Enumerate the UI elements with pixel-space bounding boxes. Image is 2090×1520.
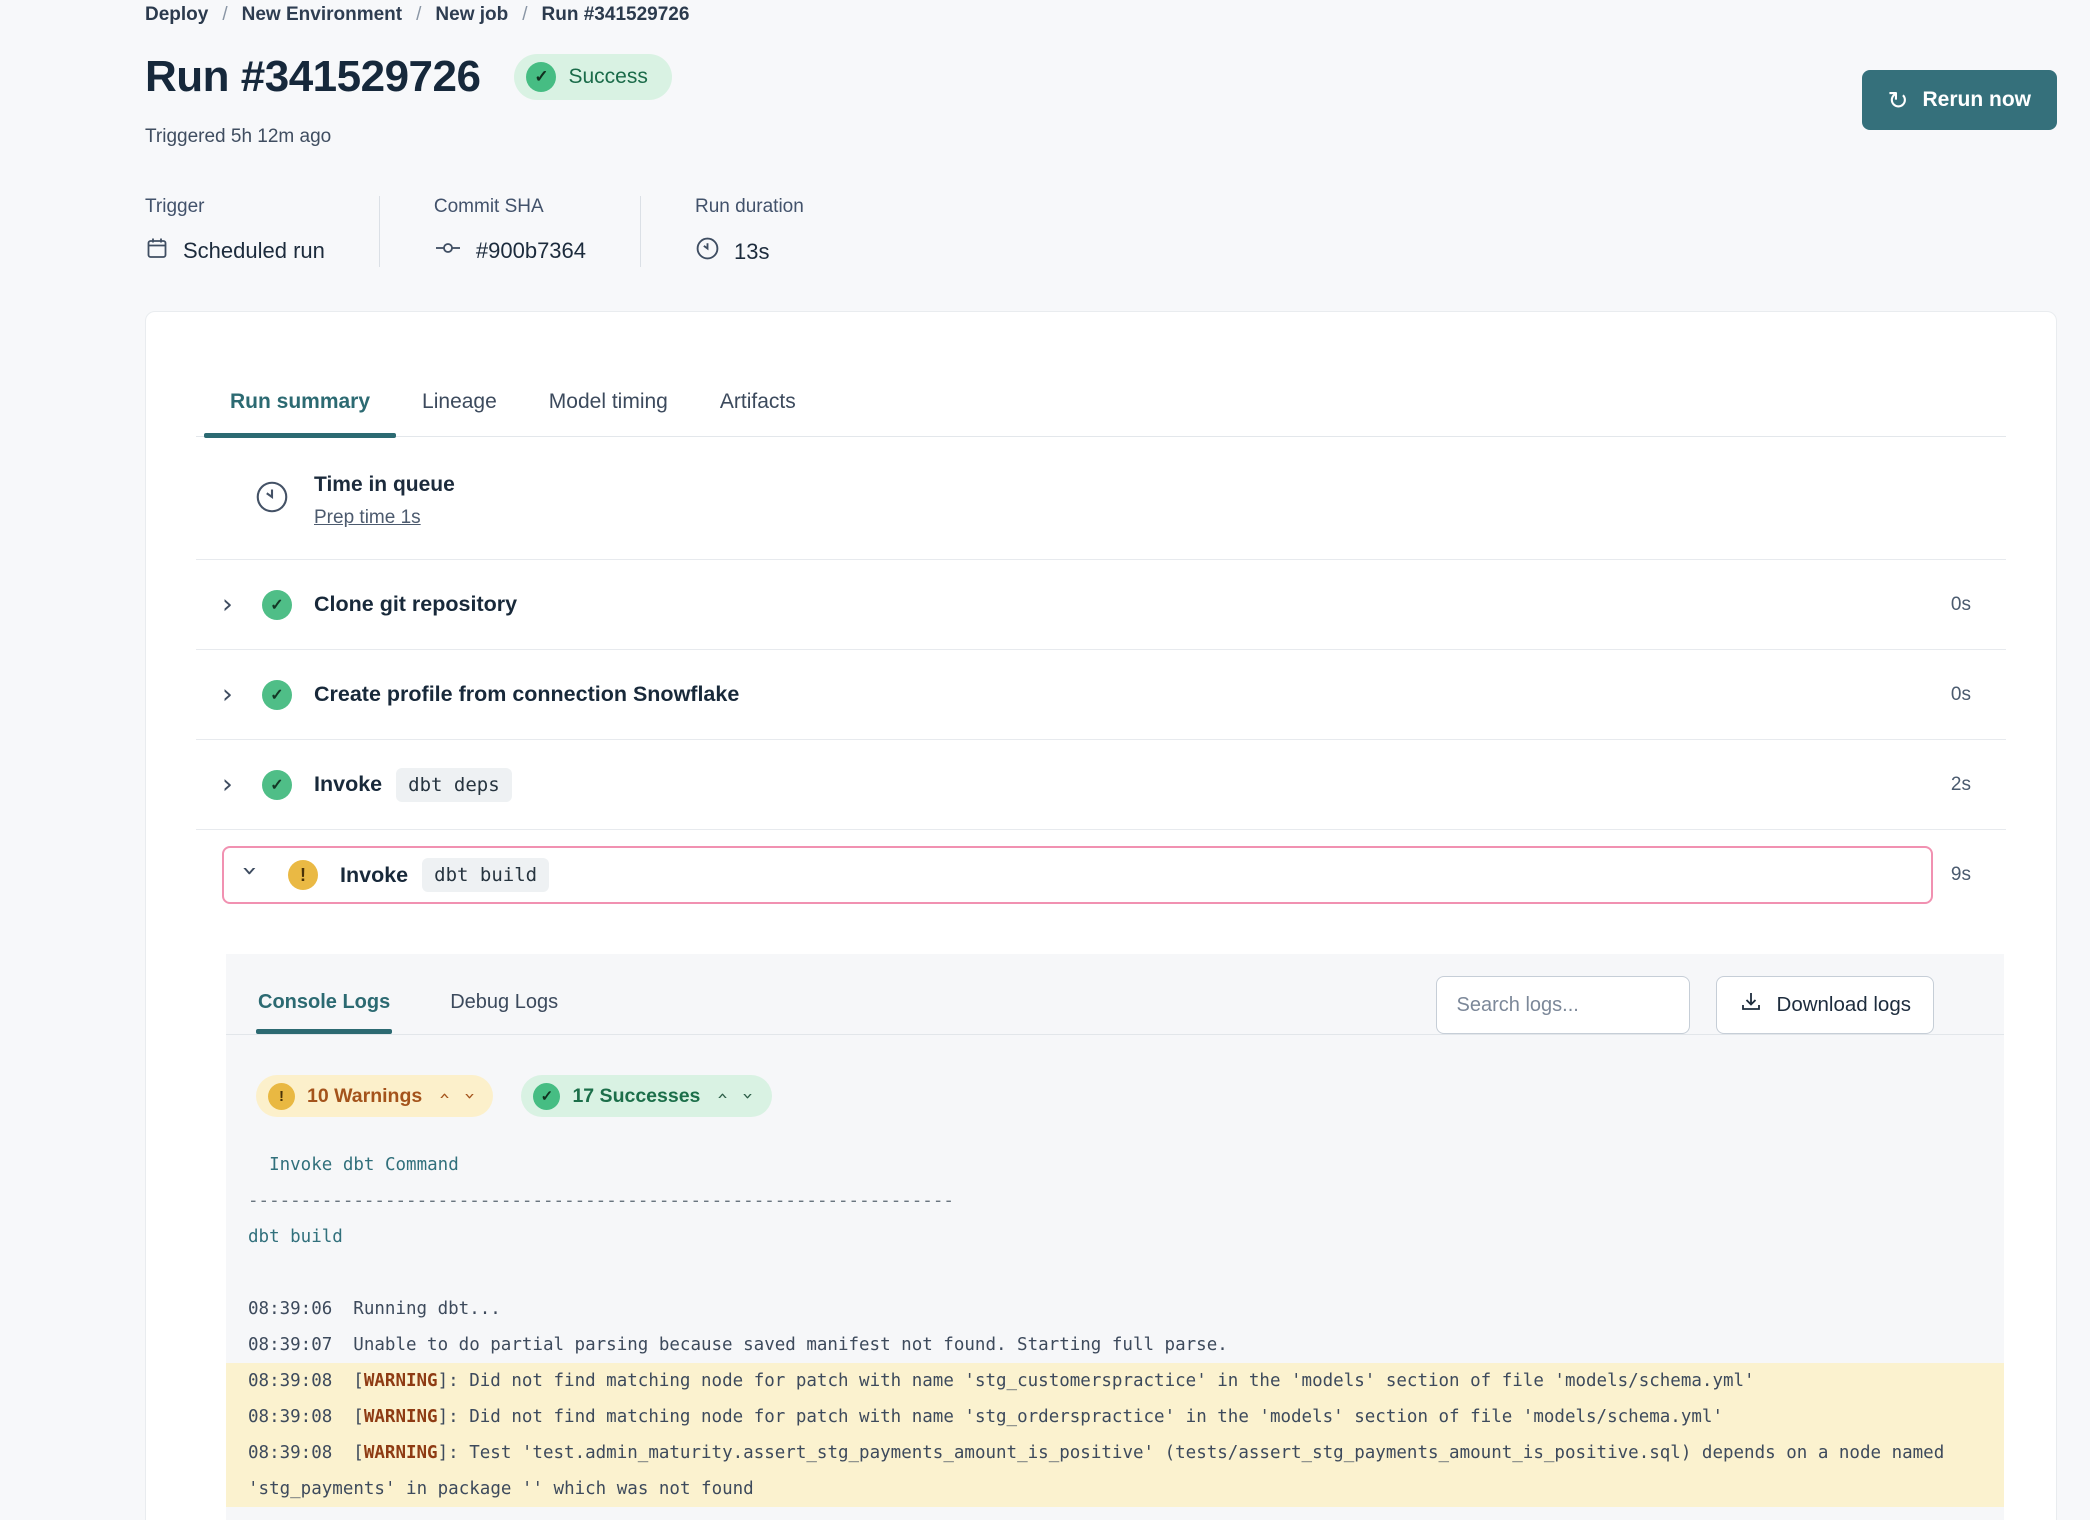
step-duration: 9s [1951, 864, 1971, 886]
warnings-badge[interactable]: ! 10 Warnings › › [256, 1075, 493, 1117]
step-name: Invoke [340, 863, 408, 888]
meta-trigger-value: Scheduled run [183, 238, 325, 264]
calendar-icon [145, 236, 169, 266]
title-row: Run #341529726 ✓ Success ↻ Rerun now [145, 52, 2057, 102]
rerun-now-label: Rerun now [1923, 88, 2032, 112]
tab-artifacts[interactable]: Artifacts [694, 374, 822, 436]
success-check-icon: ✓ [262, 590, 292, 620]
triggered-timestamp: Triggered 5h 12m ago [145, 126, 2057, 148]
successes-badge[interactable]: ✓ 17 Successes › › [521, 1075, 771, 1117]
tab-debug-logs[interactable]: Debug Logs [448, 977, 560, 1034]
meta-commit-label: Commit SHA [434, 196, 586, 218]
meta-duration-label: Run duration [695, 196, 804, 218]
chevron-right-icon[interactable]: › [222, 771, 244, 798]
meta-commit: Commit SHA #900b7364 [379, 196, 640, 267]
chevron-up-icon[interactable]: › [433, 1092, 455, 1100]
chevron-up-icon[interactable]: › [711, 1092, 733, 1100]
selected-step-highlight[interactable]: › ! Invoke dbt build [222, 846, 1933, 904]
logs-panel: Console Logs Debug Logs Download logs [226, 954, 2004, 1520]
time-in-queue-section: Time in queue Prep time 1s [196, 437, 2006, 560]
meta-duration: Run duration 13s [640, 196, 858, 267]
meta-duration-value: 13s [734, 239, 769, 265]
warnings-badge-label: 10 Warnings [307, 1085, 422, 1108]
log-line: 08:39:06Running dbt... [226, 1291, 2004, 1327]
step-row-dbt-deps[interactable]: › ✓ Invoke dbt deps 2s [196, 740, 2006, 830]
success-check-icon: ✓ [262, 680, 292, 710]
chevron-down-icon[interactable]: › [459, 1092, 481, 1100]
step-row-create-profile[interactable]: › ✓ Create profile from connection Snowf… [196, 650, 2006, 740]
log-line-warning: 08:39:08[WARNING]: Did not find matching… [226, 1399, 2004, 1435]
success-check-icon: ✓ [262, 770, 292, 800]
clock-icon [695, 236, 720, 267]
step-duration: 0s [1951, 594, 1971, 616]
log-line: 08:39:07Unable to do partial parsing bec… [226, 1327, 2004, 1363]
log-command: dbt build [226, 1219, 2004, 1255]
log-line-warning: 08:39:08[WARNING]: Did not find matching… [226, 1363, 2004, 1399]
breadcrumb: Deploy / New Environment / New job / Run… [145, 2, 2057, 26]
breadcrumb-environment[interactable]: New Environment [242, 4, 402, 26]
tab-lineage[interactable]: Lineage [396, 374, 523, 436]
breadcrumb-deploy[interactable]: Deploy [145, 4, 208, 26]
log-command-header: Invoke dbt Command [226, 1147, 2004, 1183]
status-badge: ✓ Success [514, 54, 671, 100]
search-logs-input[interactable] [1436, 976, 1690, 1034]
meta-trigger-label: Trigger [145, 196, 325, 218]
page: Deploy / New Environment / New job / Run… [0, 0, 2090, 1520]
breadcrumb-separator: / [222, 4, 227, 26]
run-meta-row: Trigger Scheduled run Commit SHA [145, 196, 2057, 267]
success-check-icon: ✓ [526, 62, 556, 92]
commit-icon [434, 236, 462, 266]
download-logs-button[interactable]: Download logs [1716, 976, 1934, 1034]
page-title: Run #341529726 [145, 52, 480, 102]
tab-model-timing[interactable]: Model timing [523, 374, 694, 436]
log-separator: ----------------------------------------… [226, 1183, 2004, 1219]
step-duration: 0s [1951, 684, 1971, 706]
step-row-dbt-build[interactable]: › ! Invoke dbt build 9s [196, 830, 2006, 920]
logs-toolbar: Console Logs Debug Logs Download logs [226, 954, 2004, 1034]
status-badge-label: Success [568, 65, 647, 89]
meta-trigger: Trigger Scheduled run [145, 196, 379, 267]
chevron-right-icon[interactable]: › [222, 591, 244, 618]
log-summary-badges: ! 10 Warnings › › ✓ 17 Successes › › [226, 1035, 2004, 1117]
queue-clock-icon [254, 473, 290, 529]
chevron-down-icon[interactable]: › [737, 1092, 759, 1100]
chevron-down-icon[interactable]: › [237, 865, 264, 885]
tab-console-logs[interactable]: Console Logs [256, 977, 392, 1034]
log-line-warning: 08:39:08[WARNING]: Test 'test.admin_matu… [226, 1435, 2004, 1507]
breadcrumb-separator: / [522, 4, 527, 26]
step-command-chip: dbt deps [396, 768, 512, 802]
log-blank-line [226, 1255, 2004, 1291]
meta-commit-value[interactable]: #900b7364 [476, 238, 586, 264]
step-name: Create profile from connection Snowflake [314, 682, 739, 707]
step-row-clone-git[interactable]: › ✓ Clone git repository 0s [196, 560, 2006, 650]
run-tabs: Run summary Lineage Model timing Artifac… [196, 374, 2006, 437]
breadcrumb-separator: / [416, 4, 421, 26]
step-command-chip: dbt build [422, 858, 549, 892]
step-name: Clone git repository [314, 592, 517, 617]
step-duration: 2s [1951, 774, 1971, 796]
successes-badge-label: 17 Successes [572, 1085, 700, 1108]
download-logs-label: Download logs [1777, 993, 1911, 1017]
rerun-refresh-icon: ↻ [1888, 86, 1909, 115]
prep-time-link[interactable]: Prep time 1s [314, 507, 421, 529]
warning-icon: ! [288, 860, 318, 890]
tab-run-summary[interactable]: Run summary [204, 374, 396, 436]
console-log-output: Invoke dbt Command ---------------------… [226, 1147, 2004, 1507]
breadcrumb-job[interactable]: New job [435, 4, 508, 26]
rerun-now-button[interactable]: ↻ Rerun now [1862, 70, 2057, 130]
download-icon [1739, 990, 1763, 1020]
run-summary-card: Run summary Lineage Model timing Artifac… [145, 311, 2057, 1520]
success-check-icon: ✓ [533, 1083, 560, 1110]
chevron-right-icon[interactable]: › [222, 681, 244, 708]
queue-title: Time in queue [314, 473, 455, 497]
warning-icon: ! [268, 1083, 295, 1110]
step-name: Invoke [314, 772, 382, 797]
breadcrumb-run: Run #341529726 [542, 4, 690, 26]
